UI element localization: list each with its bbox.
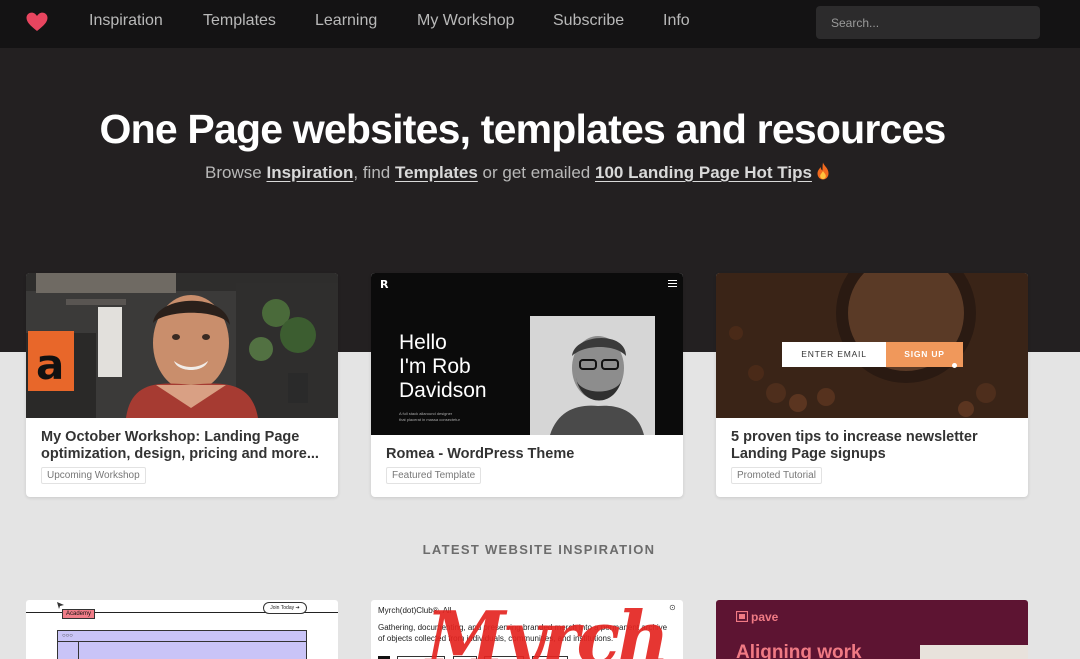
nav-item-learning[interactable]: Learning	[315, 12, 377, 30]
card-tag[interactable]: Upcoming Workshop	[41, 467, 146, 484]
heart-icon[interactable]	[26, 12, 48, 32]
newsletter-email-field: ENTER EMAIL	[782, 342, 886, 367]
nav-item-my-workshop[interactable]: My Workshop	[417, 12, 515, 30]
join-today-label: Join Today	[270, 605, 295, 611]
nav-item-inspiration[interactable]: Inspiration	[89, 12, 163, 30]
featured-card-tutorial[interactable]: ENTER EMAIL SIGN UP 5 proven tips to inc…	[716, 273, 1028, 497]
nav-item-templates[interactable]: Templates	[203, 12, 276, 30]
academy-badge: Academy	[62, 609, 96, 619]
cursor-icon	[952, 363, 957, 368]
card-tag[interactable]: Promoted Tutorial	[731, 467, 822, 484]
card-tag[interactable]: Featured Template	[386, 467, 482, 484]
pave-logo-icon	[736, 611, 748, 622]
hero-link-inspiration[interactable]: Inspiration	[266, 163, 353, 182]
svg-text:a: a	[36, 340, 64, 389]
page-title: One Page websites, templates and resourc…	[99, 106, 947, 152]
template-caption-line: that placerat in massa consectetur	[399, 417, 460, 422]
inspiration-card[interactable]: Academy Join Today ➔ ○○○	[26, 600, 338, 659]
pave-logo-text: pave	[751, 610, 779, 624]
hero-link-hot-tips[interactable]: 100 Landing Page Hot Tips	[595, 163, 812, 182]
window-dots: ○○○	[62, 633, 73, 639]
hero-link-templates[interactable]: Templates	[395, 163, 478, 182]
portrait-image	[530, 316, 655, 435]
card-title[interactable]: Romea - WordPress Theme	[386, 446, 671, 463]
hero-sub-text-2: , find	[353, 163, 395, 182]
divider	[78, 641, 79, 659]
template-thumbnail: R Hello I'm Rob Davidson A full stack al…	[371, 273, 683, 435]
inspiration-card[interactable]: pave Aligning work	[716, 600, 1028, 659]
pave-headline: Aligning work	[736, 642, 862, 659]
join-today-button: Join Today ➔	[263, 602, 307, 614]
featured-card-template[interactable]: R Hello I'm Rob Davidson A full stack al…	[371, 273, 683, 497]
menu-icon	[668, 280, 677, 287]
tutorial-thumbnail: ENTER EMAIL SIGN UP	[716, 273, 1028, 418]
workshop-thumbnail: a	[26, 273, 338, 418]
workshop-photo: a	[26, 273, 338, 418]
nav-item-subscribe[interactable]: Subscribe	[553, 12, 624, 30]
hero-sub-text-1: Browse	[205, 163, 267, 182]
pointer-icon	[57, 602, 64, 609]
nav-item-info[interactable]: Info	[663, 12, 690, 30]
circle-icon: ⊙	[669, 603, 676, 612]
template-heading-line: Hello	[399, 331, 447, 354]
top-nav: Inspiration Templates Learning My Worksh…	[0, 0, 1080, 48]
template-heading: Hello I'm Rob Davidson	[399, 331, 487, 403]
card-title[interactable]: 5 proven tips to increase newsletter Lan…	[731, 429, 1016, 463]
fire-icon	[817, 162, 829, 180]
search-input[interactable]	[816, 6, 1040, 39]
purple-panel: ○○○	[57, 630, 307, 659]
template-heading-line: I'm Rob	[399, 355, 471, 378]
romea-logo: R	[380, 278, 389, 291]
pave-photo	[920, 645, 1028, 659]
hero-subtitle: Browse Inspiration, find Templates or ge…	[0, 162, 1035, 183]
card-title[interactable]: My October Workshop: Landing Page optimi…	[41, 429, 326, 463]
hero-sub-text-3: or get emailed	[477, 163, 595, 182]
featured-card-workshop[interactable]: a My October Workshop: Landing Page opti…	[26, 273, 338, 497]
template-heading-line: Davidson	[399, 379, 487, 402]
divider	[58, 641, 306, 642]
inspiration-card[interactable]: Myrch(dot)Club®, All ⊙ Gathering, docume…	[371, 600, 683, 659]
template-caption: A full stack allaround designer that pla…	[399, 411, 460, 423]
latest-inspiration-heading: LATEST WEBSITE INSPIRATION	[422, 542, 656, 557]
myrch-logo-overlay: Myrch	[426, 600, 670, 659]
